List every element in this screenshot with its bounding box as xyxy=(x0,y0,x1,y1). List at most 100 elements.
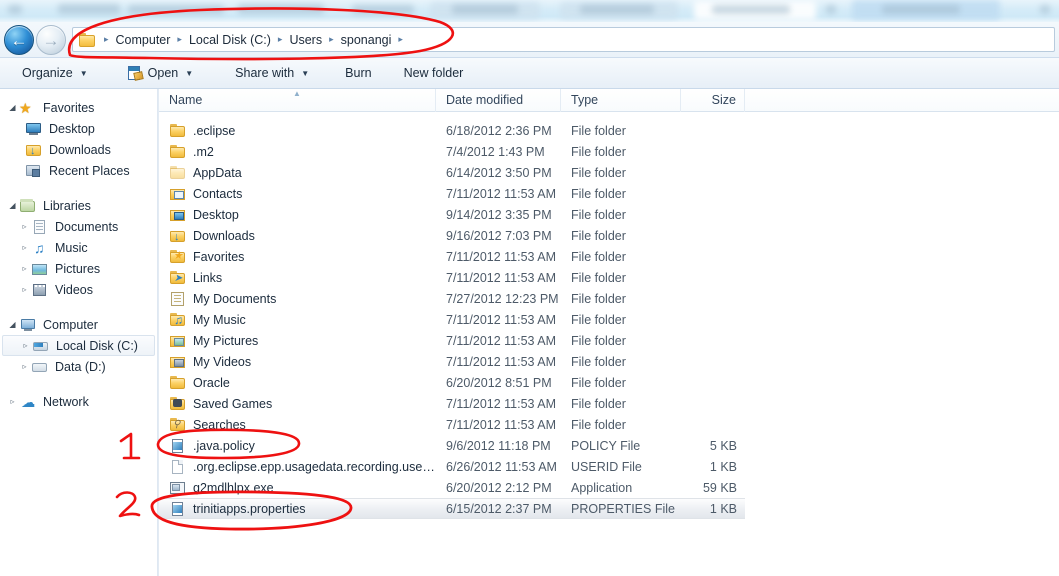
command-toolbar: Organize ▼ Open ▼ Share with ▼ Burn New … xyxy=(0,58,1059,89)
table-row[interactable]: Desktop 9/14/2012 3:35 PM File folder xyxy=(159,204,1059,225)
file-date-modified: 7/4/2012 1:43 PM xyxy=(446,144,545,159)
table-row[interactable]: My Pictures 7/11/2012 11:53 AM File fold… xyxy=(159,330,1059,351)
file-name: g2mdlhlpx.exe xyxy=(193,480,274,495)
file-date-modified: 7/11/2012 11:53 AM xyxy=(446,249,557,264)
expander-collapsed-icon[interactable]: ▹ xyxy=(18,222,31,231)
file-name: My Music xyxy=(193,312,246,327)
back-arrow-icon[interactable]: ← xyxy=(4,25,34,55)
expander-collapsed-icon[interactable]: ▹ xyxy=(18,285,31,294)
pictures-icon xyxy=(31,261,49,277)
breadcrumb-item-local-disk[interactable]: Local Disk (C:) xyxy=(186,32,274,48)
expander-collapsed-icon[interactable]: ▹ xyxy=(18,362,31,371)
file-type: File folder xyxy=(571,249,626,264)
file-name: Links xyxy=(193,270,223,285)
music-icon: ♫ xyxy=(34,239,45,256)
sidebar-item-computer[interactable]: ◢ Computer xyxy=(0,314,157,335)
column-header-type[interactable]: Type xyxy=(561,89,681,112)
file-name: My Documents xyxy=(193,291,277,306)
table-row[interactable]: Saved Games 7/11/2012 11:53 AM File fold… xyxy=(159,393,1059,414)
table-row[interactable]: g2mdlhlpx.exe 6/20/2012 2:12 PM Applicat… xyxy=(159,477,1059,498)
file-date-modified: 9/14/2012 3:35 PM xyxy=(446,207,552,222)
sidebar-item-desktop[interactable]: Desktop xyxy=(0,118,157,139)
file-type: File folder xyxy=(571,312,626,327)
expander-collapsed-icon[interactable]: ▹ xyxy=(19,341,32,350)
expander-expanded-icon[interactable]: ◢ xyxy=(6,201,19,210)
table-row[interactable]: AppData 6/14/2012 3:50 PM File folder xyxy=(159,162,1059,183)
breadcrumb-item-computer[interactable]: Computer xyxy=(113,32,174,48)
file-date-modified: 9/6/2012 11:18 PM xyxy=(446,438,551,453)
table-row[interactable]: Contacts 7/11/2012 11:53 AM File folder xyxy=(159,183,1059,204)
file-name: trinitiapps.properties xyxy=(193,501,306,516)
chevron-down-icon: ▼ xyxy=(301,68,310,78)
file-name: AppData xyxy=(193,165,242,180)
expander-collapsed-icon[interactable]: ▹ xyxy=(18,243,31,252)
expander-collapsed-icon[interactable]: ▹ xyxy=(18,264,31,273)
breadcrumb[interactable]: ▸ Computer ▸ Local Disk (C:) ▸ Users ▸ s… xyxy=(72,27,1055,52)
folder-icon xyxy=(169,375,187,391)
table-row[interactable]: .m2 7/4/2012 1:43 PM File folder xyxy=(159,141,1059,162)
table-row[interactable]: ★ Favorites 7/11/2012 11:53 AM File folde… xyxy=(159,246,1059,267)
file-name: Saved Games xyxy=(193,396,273,411)
table-row[interactable]: .org.eclipse.epp.usagedata.recording.use… xyxy=(159,456,1059,477)
new-folder-button[interactable]: New folder xyxy=(394,63,474,83)
column-header-size[interactable]: Size xyxy=(681,89,745,112)
table-row[interactable]: ↓ Downloads 9/16/2012 7:03 PM File folder xyxy=(159,225,1059,246)
sidebar-item-documents[interactable]: ▹ Documents xyxy=(0,216,157,237)
table-row[interactable]: .eclipse 6/18/2012 2:36 PM File folder xyxy=(159,120,1059,141)
organize-button[interactable]: Organize ▼ xyxy=(12,63,98,83)
open-label: Open xyxy=(147,66,179,80)
table-row[interactable]: Oracle 6/20/2012 8:51 PM File folder xyxy=(159,372,1059,393)
file-size: 1 KB xyxy=(709,501,737,516)
table-row[interactable]: My Videos 7/11/2012 11:53 AM File folder xyxy=(159,351,1059,372)
sidebar-item-local-disk-c[interactable]: ▹ Local Disk (C:) xyxy=(2,335,155,356)
file-type: File folder xyxy=(571,165,626,180)
sidebar-item-favorites[interactable]: ◢ ★ Favorites xyxy=(0,97,157,118)
expander-expanded-icon[interactable]: ◢ xyxy=(6,320,19,329)
forward-arrow-icon[interactable]: → xyxy=(36,25,66,55)
table-row-selected[interactable]: trinitiapps.properties 6/15/2012 2:37 PM… xyxy=(159,498,745,519)
table-row[interactable]: .java.policy 9/6/2012 11:18 PM POLICY Fi… xyxy=(159,435,1059,456)
column-header-name[interactable]: ▲ Name xyxy=(159,89,436,112)
file-type: File folder xyxy=(571,207,626,222)
sidebar-item-libraries[interactable]: ◢ Libraries xyxy=(0,195,157,216)
sidebar-item-network[interactable]: ▹ ☁ Network xyxy=(0,391,157,412)
column-header-size-label: Size xyxy=(711,93,736,107)
sidebar-item-pictures[interactable]: ▹ Pictures xyxy=(0,258,157,279)
sidebar-item-videos[interactable]: ▹ Videos xyxy=(0,279,157,300)
network-icon: ☁ xyxy=(21,393,35,410)
table-row[interactable]: ♫ My Music 7/11/2012 11:53 AM File folder xyxy=(159,309,1059,330)
chevron-down-icon: ▼ xyxy=(185,68,194,78)
file-name: My Videos xyxy=(193,354,252,369)
new-folder-label: New folder xyxy=(403,66,464,80)
file-name: Desktop xyxy=(193,207,239,222)
table-row[interactable]: My Documents 7/27/2012 12:23 PM File fol… xyxy=(159,288,1059,309)
sidebar-label-downloads: Downloads xyxy=(49,142,111,157)
column-header-date-modified[interactable]: Date modified xyxy=(436,89,561,112)
breadcrumb-item-users[interactable]: Users xyxy=(286,32,325,48)
expander-expanded-icon[interactable]: ◢ xyxy=(6,103,19,112)
table-row[interactable]: ➤ Links 7/11/2012 11:53 AM File folder xyxy=(159,267,1059,288)
file-date-modified: 6/15/2012 2:37 PM xyxy=(446,501,552,516)
sidebar-label-documents: Documents xyxy=(55,219,119,234)
computer-icon xyxy=(19,317,37,333)
sidebar-item-downloads[interactable]: ↓ Downloads xyxy=(0,139,157,160)
videos-icon xyxy=(31,282,49,298)
burn-button[interactable]: Burn xyxy=(335,63,381,83)
share-with-button[interactable]: Share with ▼ xyxy=(225,63,319,83)
folder-icon-hidden xyxy=(169,165,187,181)
file-date-modified: 6/26/2012 11:53 AM xyxy=(446,459,557,474)
file-type: PROPERTIES File xyxy=(571,501,675,516)
expander-collapsed-icon[interactable]: ▹ xyxy=(6,397,19,406)
file-type: File folder xyxy=(571,354,626,369)
open-button[interactable]: Open ▼ xyxy=(118,63,204,83)
breadcrumb-item-sponangi[interactable]: sponangi xyxy=(338,32,395,48)
breadcrumb-separator-2: ▸ xyxy=(277,34,283,44)
sidebar-item-data-d[interactable]: ▹ Data (D:) xyxy=(0,356,157,377)
sidebar-label-desktop: Desktop xyxy=(49,121,95,136)
sidebar-item-music[interactable]: ▹ ♫ Music xyxy=(0,237,157,258)
table-row[interactable]: ⚲ Searches 7/11/2012 11:53 AM File folder xyxy=(159,414,1059,435)
burn-label: Burn xyxy=(345,66,372,80)
file-name: .eclipse xyxy=(193,123,236,138)
share-with-label: Share with xyxy=(235,66,295,80)
sidebar-item-recent-places[interactable]: Recent Places xyxy=(0,160,157,181)
